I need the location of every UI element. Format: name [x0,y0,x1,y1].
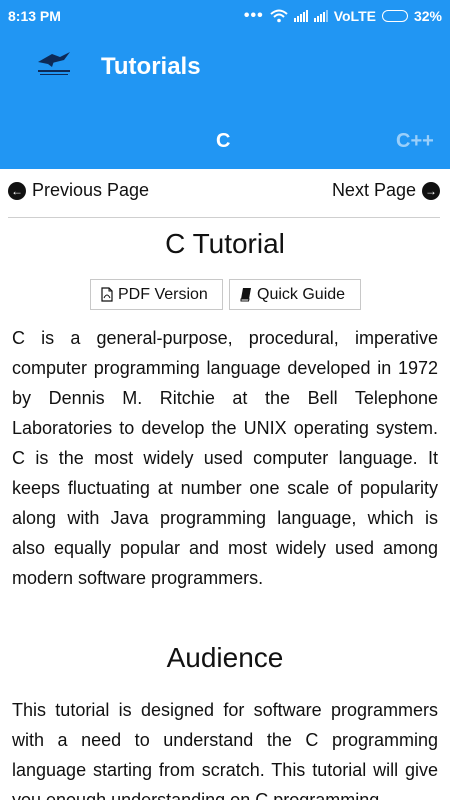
tab-cpp[interactable]: C++ [396,130,434,153]
next-page-link[interactable]: Next Page → [332,180,440,201]
arrow-right-icon: → [422,181,440,200]
wifi-icon [270,9,288,23]
more-dots-icon: ••• [243,7,264,24]
battery-percent: 32% [413,8,442,24]
page-title: C Tutorial [165,228,285,259]
status-bar: 8:13 PM ••• VoLTE 32% [0,0,450,32]
arrow-left-icon: ← [8,181,26,200]
book-icon [240,288,251,302]
quick-guide-label: Quick Guide [257,285,346,303]
intro-paragraph: C is a general-purpose, procedural, impe… [12,328,438,588]
signal-icon-2 [313,10,328,22]
pdf-version-label: PDF Version [118,285,208,303]
app-header: Tutorials C C++ [0,32,450,169]
pager: ← Previous Page Next Page → [8,178,440,218]
status-time: 8:13 PM [8,8,61,24]
previous-page-label: Previous Page [32,180,150,200]
tutorial-buttons: PDF Version Quick Guide [90,279,361,310]
audience-heading: Audience [166,642,284,673]
tab-c[interactable]: C [216,130,230,153]
previous-page-link[interactable]: ← Previous Page [8,180,149,201]
next-page-label: Next Page [331,180,416,200]
pdf-file-icon [101,287,113,302]
app-title: Tutorials [101,53,201,80]
network-type: VoLTE [333,8,376,24]
signal-icon-1 [293,10,308,22]
audience-paragraph: This tutorial is designed for software p… [12,700,438,800]
pdf-version-button[interactable]: PDF Version [90,279,223,310]
quick-guide-button[interactable]: Quick Guide [229,279,361,310]
status-icons: ••• VoLTE 32% [243,7,442,25]
logo-icon[interactable] [34,48,74,78]
battery-icon [381,10,408,22]
